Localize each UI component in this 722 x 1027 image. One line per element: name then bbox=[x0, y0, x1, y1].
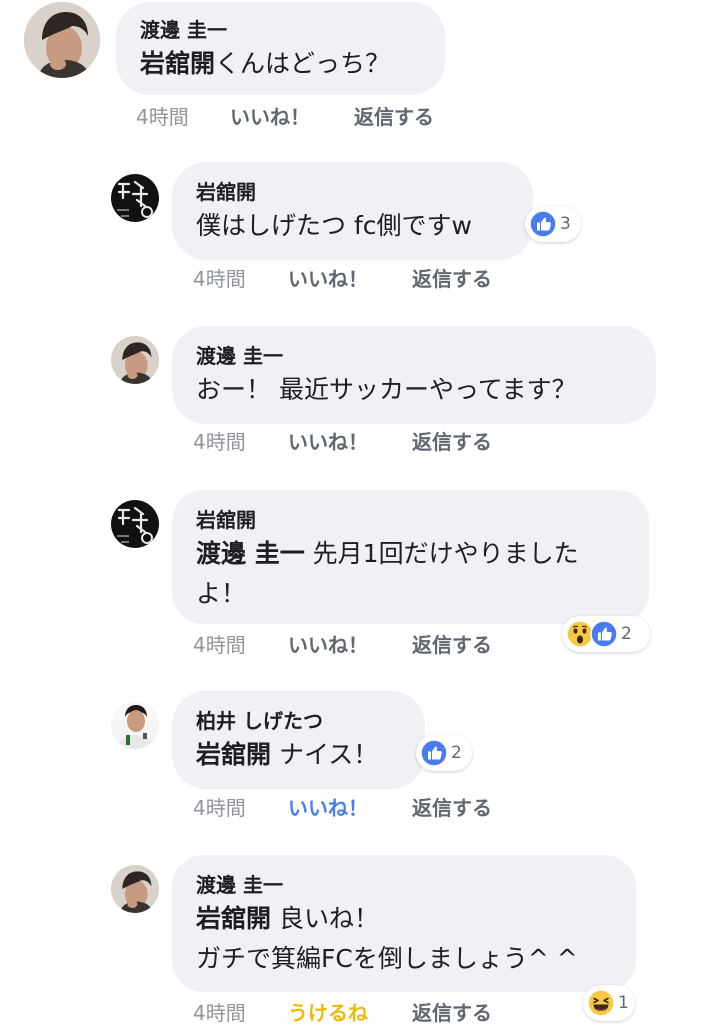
reaction-count: 3 bbox=[560, 214, 571, 234]
comment-text: 岩舘開 良いね！ bbox=[196, 899, 612, 939]
comment-author[interactable]: 渡邊 圭一 bbox=[196, 342, 632, 370]
avatar[interactable] bbox=[111, 701, 159, 749]
book-cover-avatar-icon bbox=[111, 500, 159, 548]
mention-link[interactable]: 岩舘開 bbox=[140, 49, 215, 78]
mention-link[interactable]: 岩舘開 bbox=[196, 904, 271, 933]
reply-item: 岩舘開 渡邊 圭一 先月1回だけやりました よ！ 2 4時間 いいね！ 返信する bbox=[0, 488, 722, 678]
comment-author[interactable]: 岩舘開 bbox=[196, 178, 509, 206]
comment-body: くんはどっち？ bbox=[215, 49, 391, 78]
comment-body-line1: 良いね！ bbox=[278, 904, 379, 933]
comment-bubble: 岩舘開 渡邊 圭一 先月1回だけやりました よ！ bbox=[172, 490, 649, 624]
like-button[interactable]: いいね！ bbox=[288, 428, 368, 456]
avatar[interactable] bbox=[111, 865, 159, 913]
timestamp: 4時間 bbox=[193, 430, 246, 454]
timestamp: 4時間 bbox=[193, 633, 246, 657]
timestamp: 4時間 bbox=[193, 267, 246, 291]
comment-bubble: 渡邊 圭一 岩舘開 良いね！ ガチで箕編FCを倒しましょう^ ^ bbox=[172, 855, 636, 992]
timestamp: 4時間 bbox=[136, 105, 189, 129]
reaction-summary[interactable]: 3 bbox=[525, 206, 581, 242]
man-portrait-avatar-icon bbox=[24, 2, 100, 78]
comment-author[interactable]: 岩舘開 bbox=[196, 506, 625, 534]
comment-body-line1: 先月1回だけやりました bbox=[312, 539, 579, 568]
reply-button[interactable]: 返信する bbox=[412, 428, 492, 456]
comment-actions: 4時間 いいね！ 返信する bbox=[193, 794, 593, 822]
comment-text: 岩舘開くんはどっち？ bbox=[140, 44, 421, 84]
haha-reaction-button[interactable]: うけるね bbox=[288, 999, 368, 1027]
reaction-count: 1 bbox=[618, 993, 629, 1013]
reply-item: 岩舘開 僕はしげたつ fc側ですw 3 4時間 いいね！ 返信する bbox=[0, 160, 722, 310]
comment-bubble: 岩舘開 僕はしげたつ fc側ですw bbox=[172, 162, 533, 260]
like-reaction-icon bbox=[420, 739, 448, 767]
speaker-portrait-avatar-icon bbox=[111, 701, 159, 749]
like-button[interactable]: いいね！ bbox=[288, 631, 368, 659]
comment-body: ナイス！ bbox=[278, 740, 379, 769]
avatar[interactable] bbox=[24, 2, 100, 78]
comment-author[interactable]: 渡邊 圭一 bbox=[140, 16, 421, 44]
comment-bubble: 柏井 しげたつ 岩舘開 ナイス！ bbox=[172, 691, 425, 789]
comment-author[interactable]: 柏井 しげたつ bbox=[196, 707, 401, 735]
comment-bubble: 渡邊 圭一 岩舘開くんはどっち？ bbox=[116, 2, 445, 95]
like-button[interactable]: いいね！ bbox=[288, 794, 368, 822]
reply-button[interactable]: 返信する bbox=[412, 794, 492, 822]
comment-author[interactable]: 渡邊 圭一 bbox=[196, 871, 612, 899]
mention-link[interactable]: 渡邊 圭一 bbox=[196, 539, 305, 568]
like-reaction-icon bbox=[590, 620, 618, 648]
reaction-count: 2 bbox=[621, 624, 632, 644]
comment-bubble: 渡邊 圭一 おー！ 最近サッカーやってます？ bbox=[172, 326, 656, 424]
comment-item: 渡邊 圭一 岩舘開くんはどっち？ 4時間 いいね！ 返信する bbox=[0, 0, 722, 150]
comment-actions: 4時間 いいね！ 返信する bbox=[136, 103, 536, 131]
comment-actions: 4時間 いいね！ 返信する bbox=[193, 428, 593, 456]
comment-text: 岩舘開 ナイス！ bbox=[196, 735, 401, 775]
reply-button[interactable]: 返信する bbox=[412, 999, 492, 1027]
comment-text-line2: よ！ bbox=[196, 579, 247, 608]
mention-link[interactable]: 岩舘開 bbox=[196, 740, 271, 769]
like-button[interactable]: いいね！ bbox=[288, 265, 368, 293]
timestamp: 4時間 bbox=[193, 1001, 246, 1025]
reply-button[interactable]: 返信する bbox=[412, 631, 492, 659]
comment-text-line2: ガチで箕編FCを倒しましょう^ ^ bbox=[196, 944, 578, 973]
avatar[interactable] bbox=[111, 174, 159, 222]
reply-button[interactable]: 返信する bbox=[354, 103, 434, 131]
comment-actions: 4時間 うけるね 返信する bbox=[193, 999, 593, 1027]
book-cover-avatar-icon bbox=[111, 174, 159, 222]
comment-text: 渡邊 圭一 先月1回だけやりました bbox=[196, 534, 625, 574]
comment-actions: 4時間 いいね！ 返信する bbox=[193, 265, 593, 293]
man-portrait-avatar-icon bbox=[111, 336, 159, 384]
like-button[interactable]: いいね！ bbox=[230, 103, 310, 131]
avatar[interactable] bbox=[111, 500, 159, 548]
reply-item: 柏井 しげたつ 岩舘開 ナイス！ 2 4時間 いいね！ 返信する bbox=[0, 689, 722, 839]
reaction-count: 2 bbox=[451, 743, 462, 763]
comment-text: おー！ 最近サッカーやってます？ bbox=[196, 375, 577, 404]
comment-actions: 4時間 いいね！ 返信する bbox=[193, 631, 593, 659]
avatar[interactable] bbox=[111, 336, 159, 384]
reply-item: 渡邊 圭一 おー！ 最近サッカーやってます？ 4時間 いいね！ 返信する bbox=[0, 324, 722, 474]
man-portrait-avatar-icon bbox=[111, 865, 159, 913]
reply-button[interactable]: 返信する bbox=[412, 265, 492, 293]
reply-item: 渡邊 圭一 岩舘開 良いね！ ガチで箕編FCを倒しましょう^ ^ 1 4時間 う… bbox=[0, 853, 722, 1027]
like-reaction-icon bbox=[529, 210, 557, 238]
timestamp: 4時間 bbox=[193, 796, 246, 820]
comment-text: 僕はしげたつ fc側ですw bbox=[196, 211, 472, 240]
reaction-summary[interactable]: 2 bbox=[416, 735, 472, 771]
